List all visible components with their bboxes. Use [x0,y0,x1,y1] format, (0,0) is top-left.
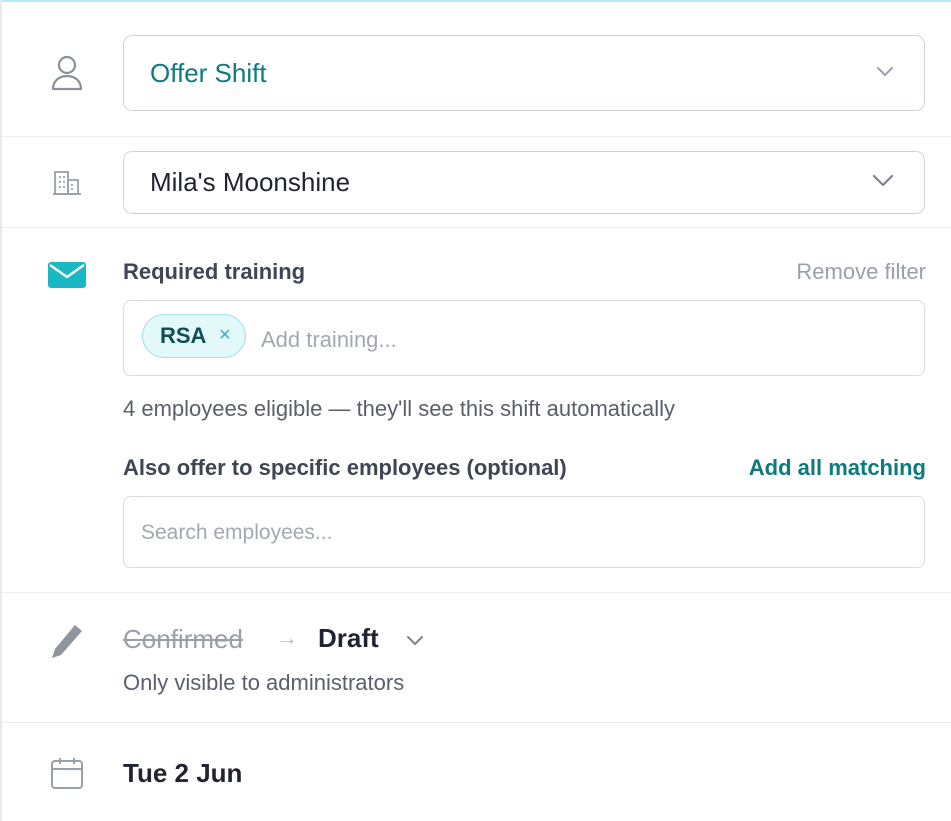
eligible-count-text: 4 employees eligible — they'll see this … [123,396,676,421]
chevron-down-icon [872,174,894,192]
training-chip-label: RSA [160,323,207,348]
chip-remove-icon[interactable]: × [219,324,231,347]
left-border [0,0,2,821]
section-divider [2,136,951,137]
envelope-icon [46,254,88,296]
venue-select-value: Mila's Moonshine [150,167,351,197]
status-chevron-down-icon[interactable] [406,633,424,651]
section-divider [2,722,951,723]
role-select[interactable]: Offer Shift [123,35,925,111]
add-all-matching-link[interactable]: Add all matching [749,455,926,481]
pencil-icon [46,620,88,662]
training-input-placeholder: Add training... [261,327,397,352]
employee-search-input[interactable]: Search employees... [123,496,925,568]
building-icon [46,162,88,204]
arrow-right-icon: → [276,625,298,650]
required-training-label: Required training [123,259,306,284]
training-chip: RSA × [142,314,246,358]
employee-search-placeholder: Search employees... [141,521,333,544]
status-note: Only visible to administrators [123,670,405,695]
status-old-value: Confirmed [123,624,243,654]
calendar-icon [46,752,88,794]
status-new-value[interactable]: Draft [318,623,379,654]
role-select-value: Offer Shift [150,57,267,88]
training-input-box[interactable]: RSA × Add training... [123,300,925,376]
chevron-down-icon [876,64,894,82]
venue-select[interactable]: Mila's Moonshine [123,151,925,214]
section-divider [2,592,951,593]
person-icon [46,52,88,94]
shift-date[interactable]: Tue 2 Jun [123,758,242,789]
also-offer-label: Also offer to specific employees (option… [123,455,567,480]
section-divider [2,227,951,228]
top-accent-line [0,0,951,2]
remove-filter-link[interactable]: Remove filter [796,259,926,285]
